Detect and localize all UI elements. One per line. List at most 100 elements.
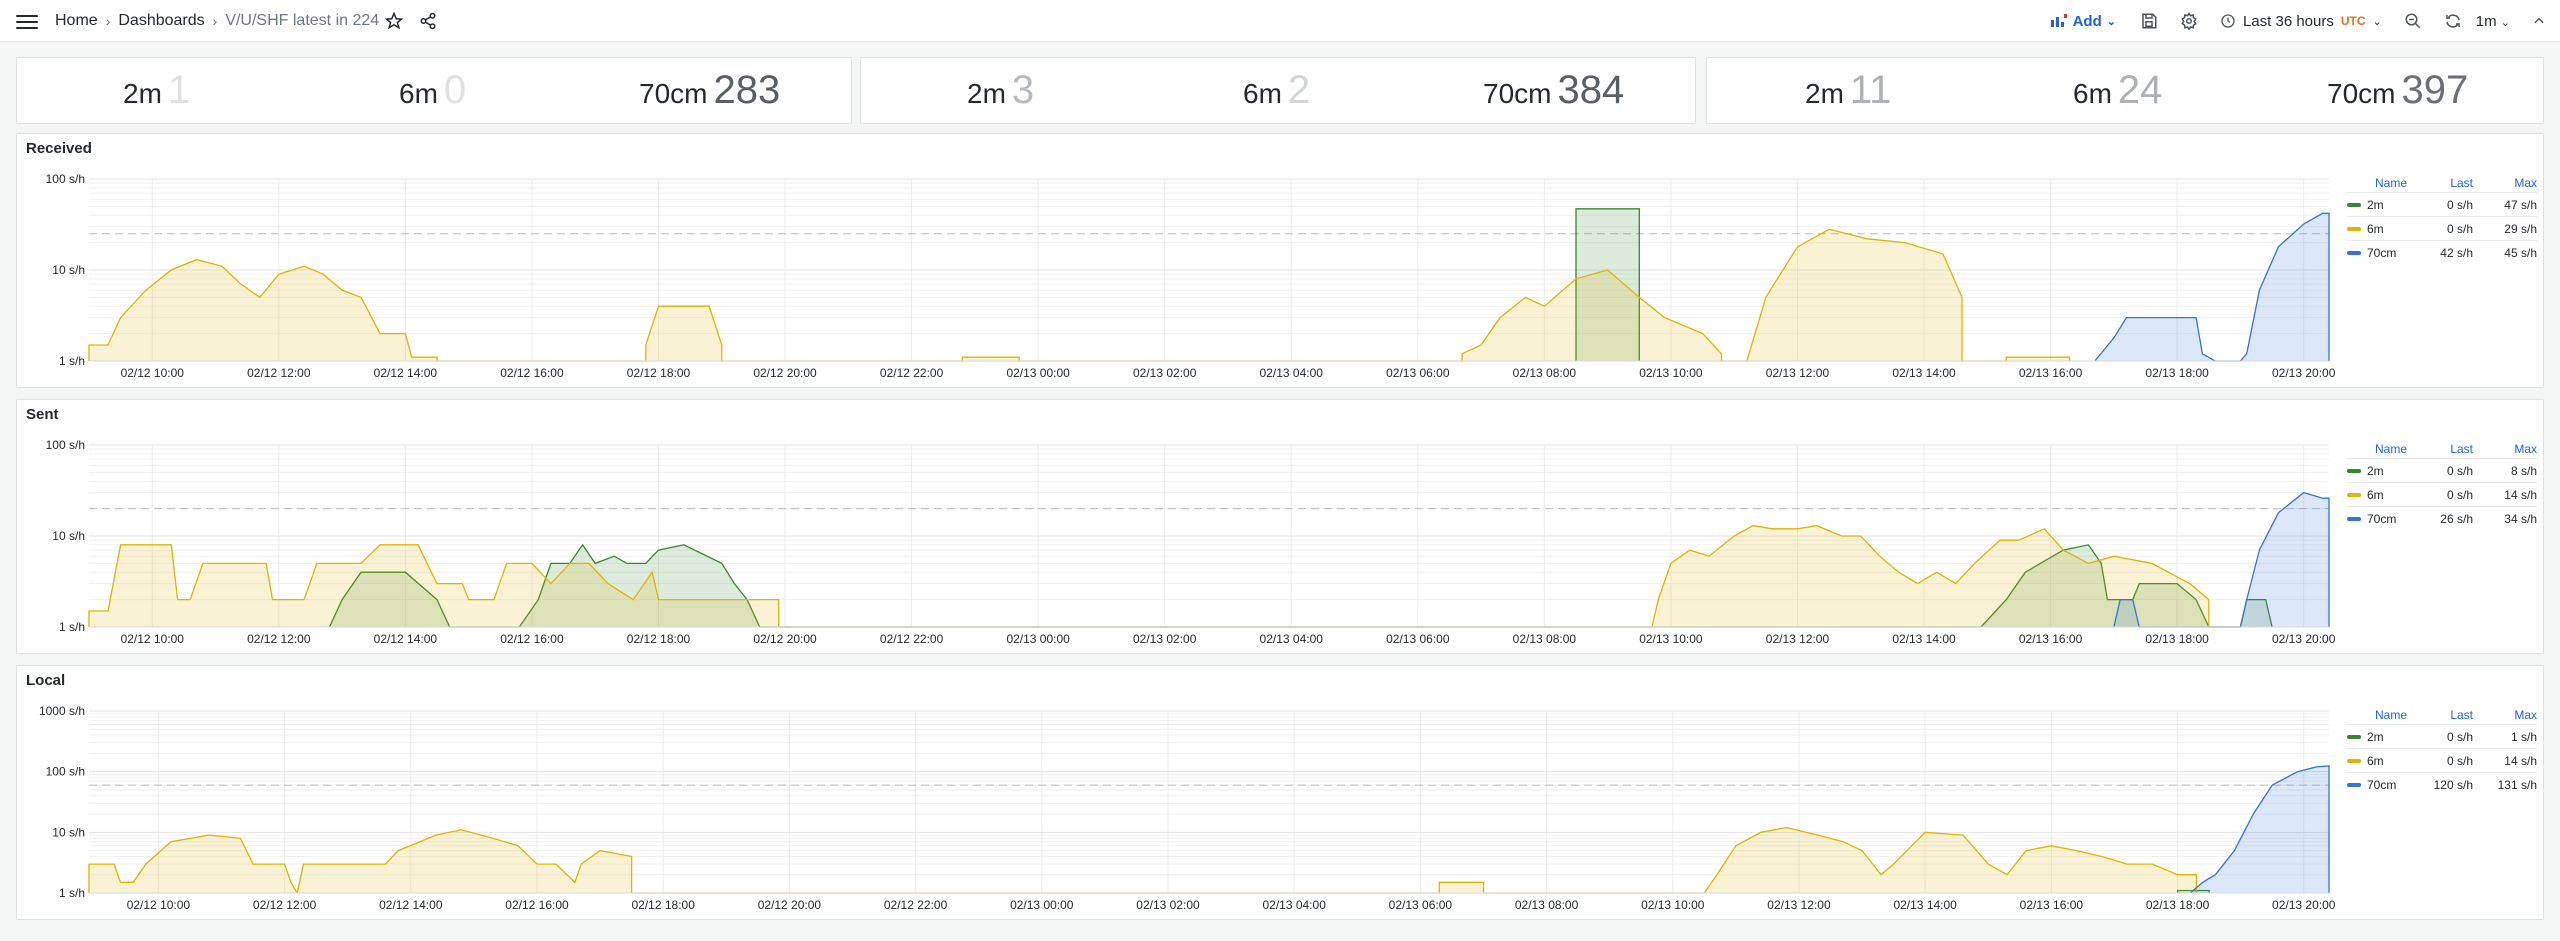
refresh-interval-label: 1m <box>2475 12 2497 30</box>
x-tick-label: 02/13 10:00 <box>1639 632 1703 646</box>
x-tick-label: 02/12 18:00 <box>627 632 691 646</box>
stat-70cm: 70cm 384 <box>1483 68 1624 114</box>
local-panel: Local 02/12 10:00 02/12 12:00 02/12 14:00 0… <box>16 665 2544 920</box>
x-tick-label: 02/13 00:00 <box>1006 366 1070 380</box>
x-tick-label: 02/13 06:00 <box>1386 366 1450 380</box>
sent-panel: Sent 02/12 10:00 02/12 12:00 02/12 14:00 02… <box>16 399 2544 654</box>
legend-header: Name Last Max <box>2347 440 2537 458</box>
settings-icon[interactable] <box>2180 12 2198 30</box>
x-tick-label: 02/12 16:00 <box>500 632 564 646</box>
legend-header-last[interactable]: Last <box>2413 442 2473 456</box>
x-tick-label: 02/13 16:00 <box>2019 632 2083 646</box>
legend-series-name[interactable]: 6m <box>2347 754 2413 768</box>
x-tick-label: 02/12 14:00 <box>379 898 443 912</box>
legend-row[interactable]: 70cm 42 s/h 45 s/h <box>2347 240 2537 264</box>
breadcrumb-home[interactable]: Home <box>55 12 98 30</box>
legend-swatch <box>2347 492 2361 497</box>
legend-series-name[interactable]: 2m <box>2347 464 2413 478</box>
legend-row[interactable]: 2m 0 s/h 1 s/h <box>2347 724 2537 748</box>
stat-label: 6m <box>2073 78 2112 109</box>
refresh-interval-picker[interactable]: 1m ⌄ <box>2476 13 2510 30</box>
x-tick-label: 02/13 18:00 <box>2145 632 2209 646</box>
stat-panel: 2m 1 6m 0 70cm 283 <box>16 57 852 124</box>
legend: Name Last Max 2m 0 s/h 47 s/h 6m 0 s/h 29 s/h 70c… <box>2347 174 2537 264</box>
stat-label: 6m <box>399 78 438 109</box>
x-tick-label: 02/13 06:00 <box>1386 632 1450 646</box>
legend-swatch <box>2347 782 2361 787</box>
legend-row[interactable]: 6m 0 s/h 14 s/h <box>2347 482 2537 506</box>
legend-series-name[interactable]: 70cm <box>2347 512 2413 526</box>
star-icon[interactable] <box>382 9 406 33</box>
legend-header-last[interactable]: Last <box>2413 708 2473 722</box>
x-tick-label: 02/12 14:00 <box>374 632 438 646</box>
time-range-picker[interactable]: Last 36 hours UTC ⌄ <box>2220 13 2382 30</box>
legend-row[interactable]: 70cm 26 s/h 34 s/h <box>2347 506 2537 530</box>
zoom-out-icon[interactable] <box>2404 12 2422 30</box>
legend-last: 0 s/h <box>2446 463 2473 478</box>
legend: Name Last Max 2m 0 s/h 8 s/h 6m 0 s/h 14 s/h 70cm… <box>2347 440 2537 530</box>
legend-row[interactable]: 6m 0 s/h 14 s/h <box>2347 748 2537 772</box>
legend-label: 70cm <box>2367 511 2397 526</box>
y-tick-label: 10 s/h <box>52 825 85 839</box>
refresh-icon[interactable] <box>2444 12 2462 30</box>
legend-series-name[interactable]: 6m <box>2347 222 2413 236</box>
add-label: Add <box>2072 12 2102 30</box>
stat-label: 2m <box>967 78 1006 109</box>
legend-series-name[interactable]: 2m <box>2347 198 2413 212</box>
clock-icon <box>2221 14 2235 28</box>
legend-last: 0 s/h <box>2446 729 2473 744</box>
x-tick-label: 02/13 14:00 <box>1892 632 1956 646</box>
x-tick-label: 02/12 20:00 <box>753 632 817 646</box>
legend-header-name[interactable]: Name <box>2347 442 2413 456</box>
x-tick-label: 02/13 14:00 <box>1893 898 1957 912</box>
legend-row[interactable]: 2m 0 s/h 47 s/h <box>2347 192 2537 216</box>
y-tick-label: 100 s/h <box>46 172 85 186</box>
legend-header: Name Last Max <box>2347 174 2537 192</box>
legend-row[interactable]: 70cm 120 s/h 131 s/h <box>2347 772 2537 796</box>
legend-series-name[interactable]: 70cm <box>2347 246 2413 260</box>
legend-max: 47 s/h <box>2504 197 2537 212</box>
legend-row[interactable]: 6m 0 s/h 29 s/h <box>2347 216 2537 240</box>
x-tick-label: 02/13 04:00 <box>1262 898 1326 912</box>
stat-value: 283 <box>713 68 781 112</box>
local-chart[interactable]: 02/12 10:00 02/12 12:00 02/12 14:00 02/12 1… <box>17 666 2337 921</box>
legend-series-name[interactable]: 6m <box>2347 488 2413 502</box>
stat-value: 24 <box>2117 68 2163 112</box>
chevron-down-icon: ⌄ <box>2106 15 2116 28</box>
add-button[interactable]: Add ⌄ <box>2050 13 2116 30</box>
x-tick-label: 02/12 10:00 <box>121 366 185 380</box>
stat-panel: 2m 3 6m 2 70cm 384 <box>860 57 1696 124</box>
share-icon[interactable] <box>416 9 440 33</box>
x-tick-label: 02/13 00:00 <box>1010 898 1074 912</box>
x-tick-label: 02/12 16:00 <box>505 898 569 912</box>
legend-row[interactable]: 2m 0 s/h 8 s/h <box>2347 458 2537 482</box>
legend-header-name[interactable]: Name <box>2347 176 2413 190</box>
x-tick-label: 02/12 22:00 <box>884 898 948 912</box>
series-area-70cm <box>2094 213 2329 361</box>
stat-row: 2m 1 6m 0 70cm 283 2m 3 6m 2 70cm 384 2m 11 6m 2… <box>16 57 2544 124</box>
chevron-up-icon[interactable] <box>2532 14 2546 28</box>
stat-2m: 2m 11 <box>1805 68 1891 114</box>
breadcrumb-dashboards[interactable]: Dashboards <box>118 12 204 30</box>
x-tick-label: 02/13 02:00 <box>1133 632 1197 646</box>
legend-last: 0 s/h <box>2446 197 2473 212</box>
stat-value: 397 <box>2401 68 2469 112</box>
x-tick-label: 02/13 02:00 <box>1133 366 1197 380</box>
x-tick-label: 02/13 14:00 <box>1892 366 1956 380</box>
received-chart[interactable]: 02/12 10:00 02/12 12:00 02/12 14:00 02/12 1… <box>17 134 2337 389</box>
x-tick-label: 02/13 08:00 <box>1513 366 1577 380</box>
legend-last: 42 s/h <box>2440 245 2473 260</box>
legend-header-max[interactable]: Max <box>2473 176 2537 190</box>
legend-series-name[interactable]: 2m <box>2347 730 2413 744</box>
x-tick-label: 02/12 12:00 <box>253 898 317 912</box>
legend-header-name[interactable]: Name <box>2347 708 2413 722</box>
menu-icon[interactable] <box>16 12 38 30</box>
legend-header-last[interactable]: Last <box>2413 176 2473 190</box>
legend-header-max[interactable]: Max <box>2473 442 2537 456</box>
page-title: V/U/SHF latest in 224 <box>225 12 380 29</box>
series-area-6m <box>89 525 2209 627</box>
sent-chart[interactable]: 02/12 10:00 02/12 12:00 02/12 14:00 02/12 1… <box>17 400 2337 655</box>
legend-series-name[interactable]: 70cm <box>2347 778 2413 792</box>
save-icon[interactable] <box>2140 12 2158 30</box>
legend-header-max[interactable]: Max <box>2473 708 2537 722</box>
